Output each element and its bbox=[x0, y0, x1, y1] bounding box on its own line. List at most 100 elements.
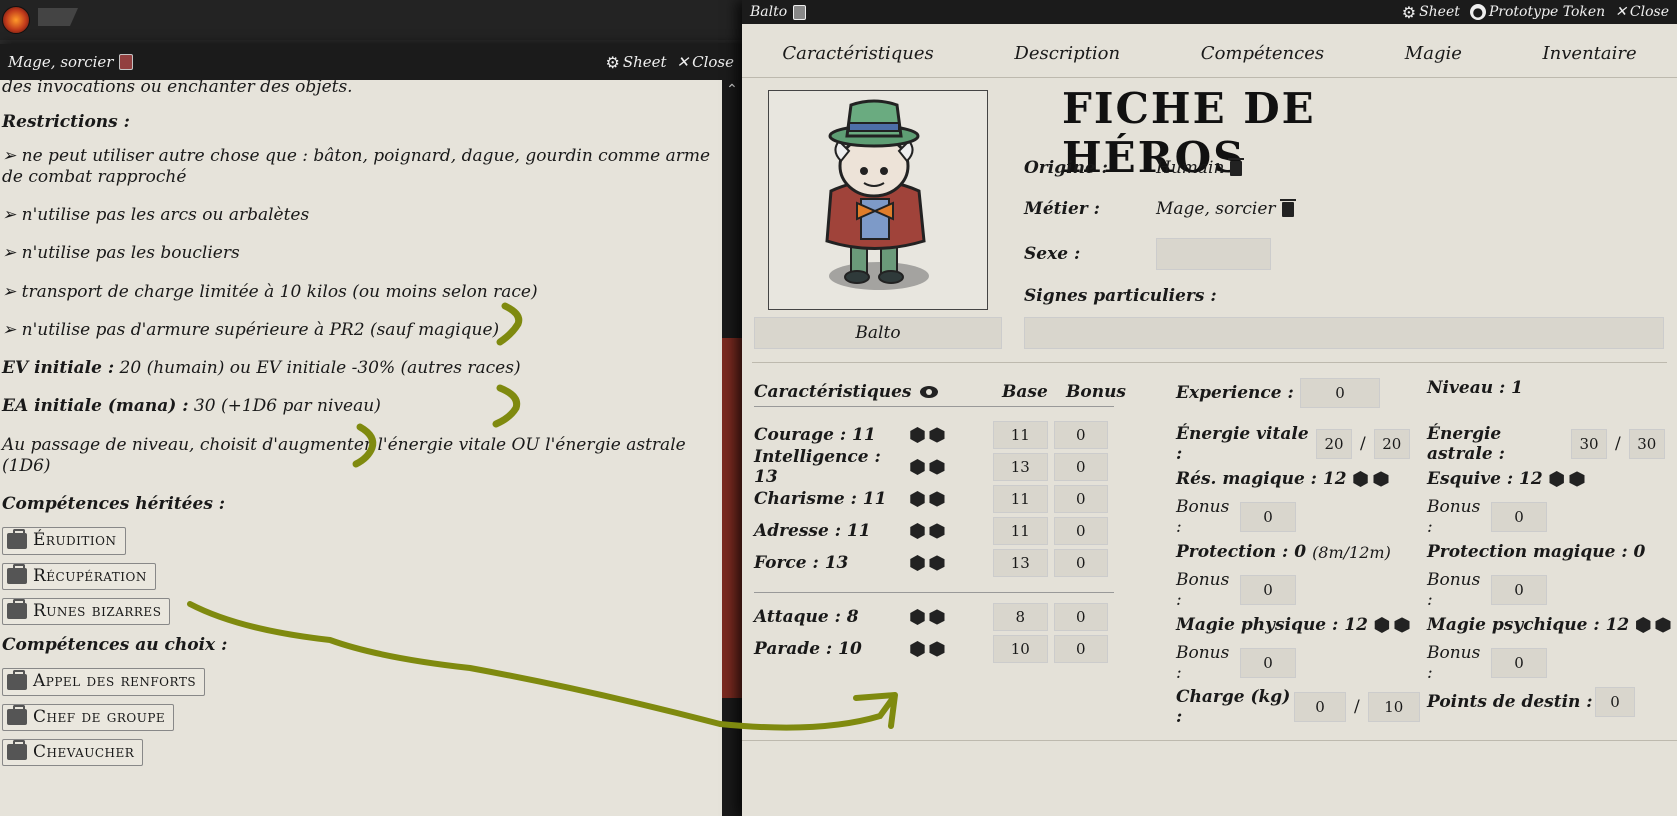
metier-value[interactable]: Mage, sorcier bbox=[1156, 199, 1276, 219]
magie-psychique-row: Magie psychique : 12 bbox=[1427, 615, 1671, 635]
skill-button-appel-des-renforts[interactable]: Appel des renforts bbox=[2, 668, 206, 696]
sexe-input[interactable] bbox=[1156, 238, 1271, 270]
energie-vitale-row: Énergie vitale : 20 / 20 bbox=[1176, 424, 1410, 464]
d20-icon[interactable] bbox=[910, 641, 925, 657]
characteristic-label: Charisme : 11 bbox=[754, 489, 887, 509]
divider bbox=[752, 362, 1667, 363]
navigation-tab[interactable] bbox=[38, 8, 78, 26]
d20-icon[interactable] bbox=[910, 491, 925, 507]
charge-current-input[interactable]: 0 bbox=[1294, 692, 1346, 722]
inherited-skills-heading: Compétences héritées : bbox=[2, 494, 226, 514]
d20-icon[interactable] bbox=[1353, 471, 1368, 487]
tab-magie[interactable]: Magie bbox=[1395, 39, 1472, 68]
magie-psychique-bonus-input[interactable]: 0 bbox=[1491, 648, 1547, 678]
charge-max-input[interactable]: 10 bbox=[1367, 692, 1420, 722]
bonus-input[interactable]: 0 bbox=[1053, 635, 1108, 663]
character-portrait[interactable] bbox=[768, 90, 988, 310]
d20-icon[interactable] bbox=[910, 427, 925, 443]
sheet-button[interactable]: ⚙ Sheet bbox=[1402, 3, 1460, 22]
skill-button-erudition[interactable]: Érudition bbox=[2, 527, 126, 555]
skill-label: Appel des renforts bbox=[33, 671, 197, 692]
d6-icon[interactable] bbox=[929, 641, 946, 657]
briefcase-icon bbox=[7, 705, 27, 726]
destin-input[interactable]: 0 bbox=[1595, 687, 1635, 717]
d6-icon[interactable] bbox=[929, 459, 946, 475]
d6-icon[interactable] bbox=[1655, 617, 1671, 633]
bonus-input[interactable]: 0 bbox=[1053, 549, 1108, 577]
foundry-logo-icon[interactable] bbox=[2, 6, 30, 34]
d20-icon[interactable] bbox=[1636, 617, 1651, 633]
d6-icon[interactable] bbox=[929, 523, 946, 539]
esquive-bonus-input[interactable]: 0 bbox=[1491, 502, 1547, 532]
d20-icon[interactable] bbox=[1374, 617, 1390, 633]
eye-icon[interactable] bbox=[920, 386, 938, 398]
token-name-field[interactable]: Balto bbox=[754, 317, 1002, 349]
signes-particuliers-input[interactable] bbox=[1024, 317, 1664, 349]
scrollbar[interactable]: ⌃ bbox=[722, 80, 742, 816]
origine-value[interactable]: Humain bbox=[1156, 158, 1224, 178]
skill-button-chevaucher[interactable]: Chevaucher bbox=[2, 738, 144, 766]
scroll-thumb[interactable] bbox=[722, 338, 742, 698]
ev-max-input[interactable]: 20 bbox=[1373, 429, 1410, 459]
base-input[interactable]: 13 bbox=[993, 549, 1048, 577]
document-id-icon[interactable] bbox=[119, 54, 134, 70]
document-id-icon[interactable] bbox=[793, 4, 807, 20]
bonus-input[interactable]: 0 bbox=[1053, 517, 1108, 545]
briefcase-icon bbox=[7, 599, 27, 620]
d6-icon[interactable] bbox=[929, 427, 946, 443]
protection-magique-bonus-input[interactable]: 0 bbox=[1491, 575, 1547, 605]
base-input[interactable]: 11 bbox=[993, 517, 1048, 545]
ea-initial-text: 30 (+1D6 par niveau) bbox=[188, 396, 381, 417]
skill-button-chef-de-groupe[interactable]: Chef de groupe bbox=[2, 703, 175, 731]
tab-inventaire[interactable]: Inventaire bbox=[1533, 39, 1647, 68]
trash-icon[interactable] bbox=[1279, 198, 1296, 217]
d6-icon[interactable] bbox=[929, 555, 946, 571]
prototype-token-button[interactable]: ● Prototype Token bbox=[1469, 4, 1605, 20]
tab-competences[interactable]: Compétences bbox=[1191, 39, 1334, 68]
magie-physique-bonus-input[interactable]: 0 bbox=[1240, 648, 1296, 678]
ea-max-input[interactable]: 30 bbox=[1628, 429, 1665, 459]
d6-icon[interactable] bbox=[1394, 617, 1410, 633]
scroll-up-icon[interactable]: ⌃ bbox=[722, 80, 742, 100]
base-input[interactable]: 13 bbox=[993, 453, 1048, 481]
res-magique-label: Rés. magique : 12 bbox=[1176, 469, 1347, 489]
d20-icon[interactable] bbox=[910, 609, 925, 625]
d6-icon[interactable] bbox=[1569, 471, 1585, 487]
ea-current-input[interactable]: 30 bbox=[1571, 429, 1607, 459]
d6-icon[interactable] bbox=[929, 491, 946, 507]
tab-description[interactable]: Description bbox=[1004, 39, 1130, 68]
divider bbox=[742, 740, 1677, 741]
bonus-input[interactable]: 0 bbox=[1053, 453, 1108, 481]
experience-input[interactable]: 0 bbox=[1300, 378, 1380, 408]
d6-icon[interactable] bbox=[929, 609, 946, 625]
bonus-label: Bonus : bbox=[1176, 643, 1230, 683]
base-input[interactable]: 8 bbox=[993, 603, 1048, 631]
tab-caracteristiques[interactable]: Caractéristiques bbox=[772, 39, 943, 68]
d20-icon[interactable] bbox=[1549, 471, 1564, 487]
trash-icon[interactable] bbox=[1228, 157, 1245, 176]
bonus-input[interactable]: 0 bbox=[1053, 603, 1108, 631]
d6-icon[interactable] bbox=[1372, 471, 1389, 487]
base-input[interactable]: 10 bbox=[993, 635, 1048, 663]
close-button[interactable]: ✕ Close bbox=[1615, 4, 1669, 20]
sheet-button[interactable]: ⚙ Sheet bbox=[605, 53, 666, 72]
bonus-label: Bonus : bbox=[1176, 497, 1230, 537]
d20-icon[interactable] bbox=[910, 523, 925, 539]
d20-icon[interactable] bbox=[910, 459, 925, 475]
bonus-input[interactable]: 0 bbox=[1053, 421, 1108, 449]
d20-icon[interactable] bbox=[910, 555, 925, 571]
base-input[interactable]: 11 bbox=[993, 421, 1048, 449]
skill-button-runes-bizarres[interactable]: Runes bizarres bbox=[2, 597, 171, 625]
bonus-label: Bonus : bbox=[1427, 643, 1481, 683]
destin-label: Points de destin : bbox=[1427, 692, 1593, 712]
close-icon: ✕ bbox=[676, 53, 690, 71]
protection-bonus-input[interactable]: 0 bbox=[1240, 575, 1296, 605]
ea-initial-line: EA initiale (mana) : 30 (+1D6 par niveau… bbox=[2, 396, 720, 417]
close-button[interactable]: ✕ Close bbox=[677, 53, 734, 71]
restrictions-heading: Restrictions : bbox=[2, 112, 130, 133]
bonus-input[interactable]: 0 bbox=[1053, 485, 1108, 513]
ev-current-input[interactable]: 20 bbox=[1316, 429, 1352, 459]
base-input[interactable]: 11 bbox=[993, 485, 1048, 513]
res-magique-bonus-input[interactable]: 0 bbox=[1240, 502, 1296, 532]
skill-button-recuperation[interactable]: Récupération bbox=[2, 562, 156, 590]
